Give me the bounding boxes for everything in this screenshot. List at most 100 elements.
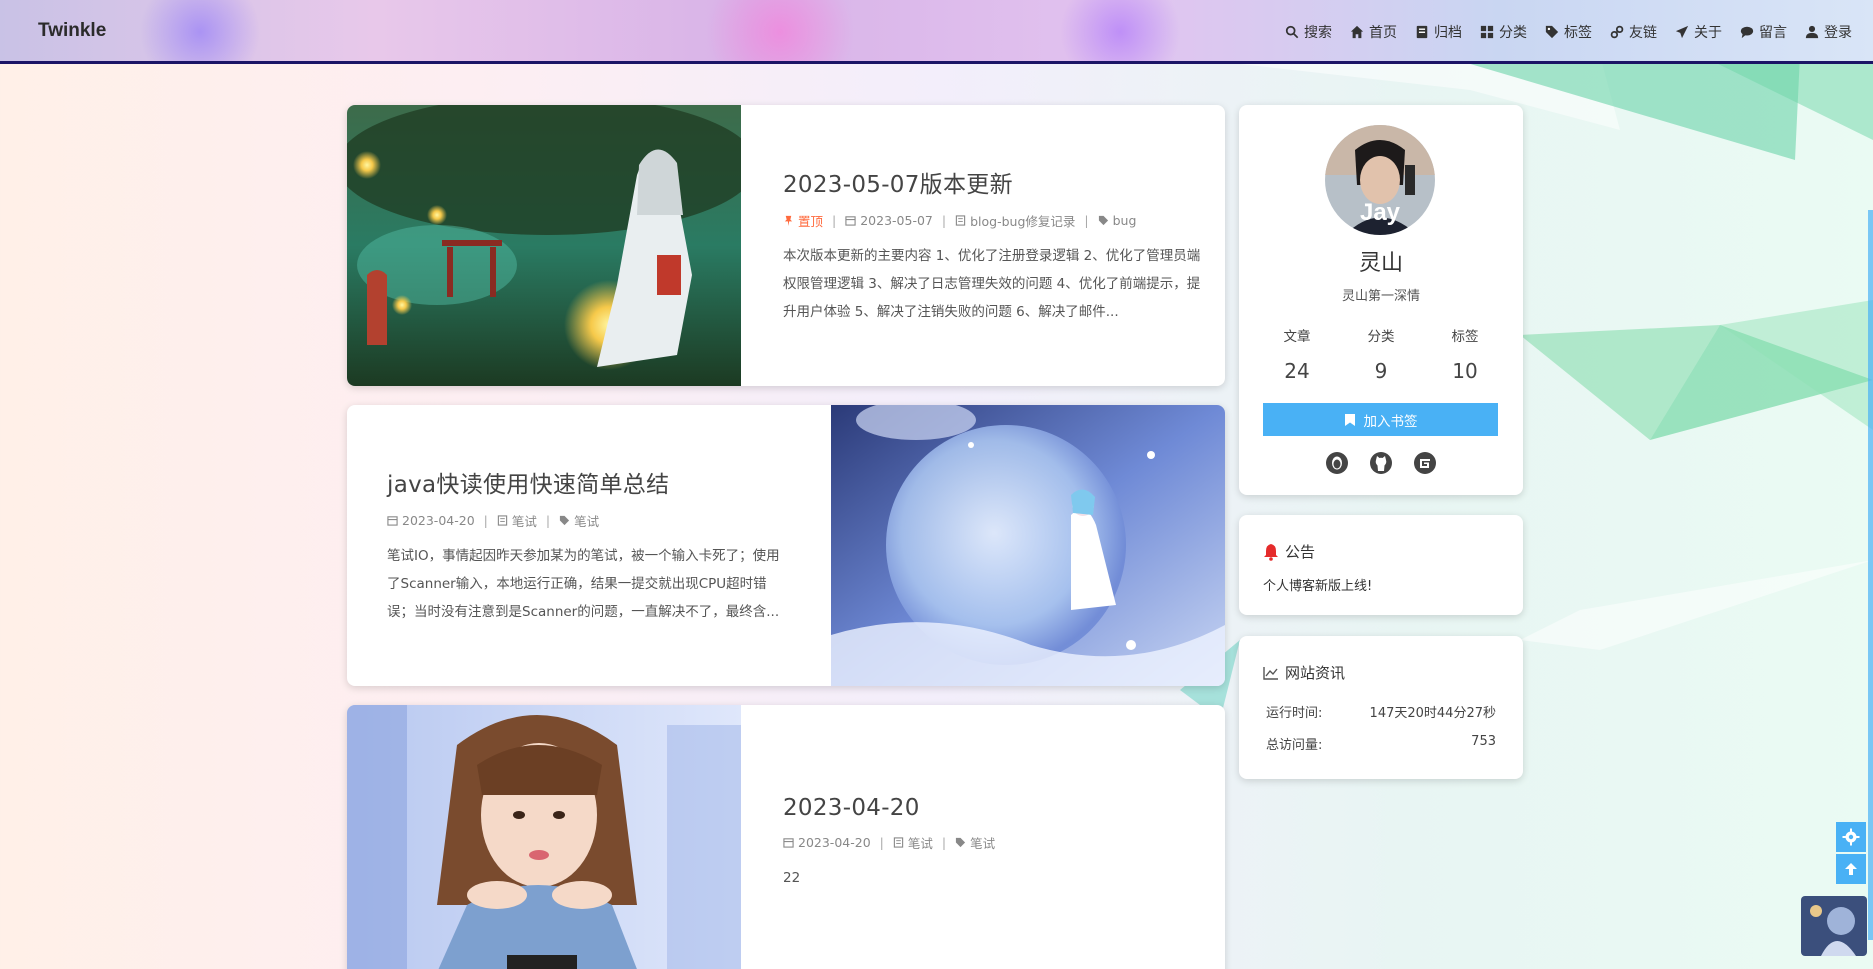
profile-name: 灵山 <box>1358 251 1403 276</box>
info-row-visits: 总访问量: 753 <box>1266 734 1496 753</box>
category-archive-icon <box>893 837 904 848</box>
profile-stats: 文章 24 分类 9 标签 10 <box>1255 325 1507 383</box>
nav-item-label: 分类 <box>1499 25 1527 41</box>
gitee-icon[interactable] <box>1412 450 1438 476</box>
back-to-top-button[interactable] <box>1836 854 1866 884</box>
tag-icon <box>1545 25 1559 39</box>
post-card[interactable]: 2023-04-20 2023-04-20 | 笔试 | 笔试 22 <box>347 705 1225 969</box>
post-cover-image[interactable] <box>347 705 741 969</box>
top-navbar: Twinkle 搜索 首页 归档 分类 标签 友链 关于 留言 登录 <box>0 0 1873 64</box>
category-archive-icon <box>955 215 966 226</box>
info-value: 147天20时44分27秒 <box>1369 706 1496 721</box>
post-category[interactable]: 笔试 <box>512 511 537 530</box>
github-icon[interactable] <box>1368 450 1394 476</box>
post-tag[interactable]: 笔试 <box>574 511 599 530</box>
site-brand[interactable]: Twinkle <box>38 20 106 42</box>
settings-button[interactable] <box>1836 822 1866 852</box>
live2d-widget[interactable] <box>1801 896 1867 956</box>
nav-item-guestbook[interactable]: 留言 <box>1731 22 1796 42</box>
nav-item-label: 标签 <box>1564 25 1592 41</box>
nav-item-label: 归档 <box>1434 25 1462 41</box>
nav-item-label: 留言 <box>1759 25 1787 41</box>
post-cover-image[interactable] <box>347 105 757 386</box>
nav-item-label: 搜索 <box>1304 25 1332 41</box>
notice-card: 公告 个人博客新版上线! <box>1239 515 1523 615</box>
home-icon <box>1350 25 1364 39</box>
nav-item-archive[interactable]: 归档 <box>1406 22 1471 42</box>
post-card[interactable]: 2023-05-07版本更新 置顶 | 2023-05-07 | blog-bu… <box>347 105 1225 386</box>
stat-categories[interactable]: 分类 9 <box>1368 325 1395 383</box>
nav-item-label: 友链 <box>1629 25 1657 41</box>
pinned-label: 置顶 <box>798 214 824 229</box>
post-category[interactable]: 笔试 <box>908 833 933 852</box>
site-info-card: 网站资讯 运行时间: 147天20时44分27秒 总访问量: 753 <box>1239 636 1523 779</box>
tag-icon <box>956 837 966 848</box>
qq-icon[interactable] <box>1324 450 1350 476</box>
post-title[interactable]: java快读使用快速简单总结 <box>387 465 787 499</box>
post-excerpt: 22 <box>783 870 801 886</box>
post-excerpt: 本次版本更新的主要内容 1、优化了注册登录逻辑 2、优化了管理员端权限管理逻辑 … <box>783 248 1201 320</box>
gear-icon <box>1842 828 1860 846</box>
info-value: 753 <box>1471 734 1496 749</box>
avatar[interactable]: Jay <box>1325 125 1435 235</box>
post-date: 2023-05-07 <box>860 213 933 228</box>
post-card[interactable]: java快读使用快速简单总结 2023-04-20 | 笔试 | 笔试 笔试IO… <box>347 405 1225 686</box>
calendar-icon <box>387 516 398 526</box>
stat-value: 9 <box>1374 359 1388 383</box>
post-tag[interactable]: bug <box>1113 213 1137 228</box>
bookmark-label: 加入书签 <box>1363 413 1418 430</box>
stat-label: 分类 <box>1367 329 1395 345</box>
nav-item-label: 关于 <box>1694 25 1722 41</box>
social-links <box>1239 450 1523 476</box>
paper-plane-icon <box>1675 25 1689 39</box>
post-body: 2023-04-20 2023-04-20 | 笔试 | 笔试 22 <box>783 705 1203 969</box>
nav-item-links[interactable]: 友链 <box>1601 22 1666 42</box>
category-archive-icon <box>497 515 508 526</box>
nav-item-login[interactable]: 登录 <box>1796 22 1861 42</box>
calendar-icon <box>845 216 856 226</box>
stat-label: 标签 <box>1451 329 1479 345</box>
post-excerpt: 笔试IO，事情起因昨天参加某为的笔试，被一个输入卡死了；使用了Scanner输入… <box>387 548 780 620</box>
post-meta: 置顶 | 2023-05-07 | blog-bug修复记录 | bug <box>783 211 1203 230</box>
avatar-text: Jay <box>1360 199 1401 226</box>
pin-icon <box>784 215 793 226</box>
link-icon <box>1610 25 1624 39</box>
tag-icon <box>1098 215 1108 226</box>
scrollbar-thumb[interactable] <box>1868 210 1873 940</box>
post-body: 2023-05-07版本更新 置顶 | 2023-05-07 | blog-bu… <box>783 105 1203 386</box>
search-icon <box>1285 25 1299 39</box>
notice-header: 公告 <box>1263 541 1315 562</box>
post-title[interactable]: 2023-05-07版本更新 <box>783 165 1203 199</box>
bookmark-button[interactable]: 加入书签 <box>1263 403 1498 436</box>
bell-icon <box>1264 543 1278 561</box>
tag-icon <box>560 515 570 526</box>
calendar-icon <box>783 838 794 848</box>
post-title[interactable]: 2023-04-20 <box>783 795 1203 821</box>
arrow-up-icon <box>1845 863 1857 875</box>
site-info-header: 网站资讯 <box>1263 662 1345 683</box>
nav-item-search[interactable]: 搜索 <box>1276 22 1341 42</box>
post-tag[interactable]: 笔试 <box>970 833 995 852</box>
nav-menu: 搜索 首页 归档 分类 标签 友链 关于 留言 登录 <box>1276 0 1861 61</box>
post-meta: 2023-04-20 | 笔试 | 笔试 <box>387 511 787 530</box>
nav-item-category[interactable]: 分类 <box>1471 22 1536 42</box>
info-row-uptime: 运行时间: 147天20时44分27秒 <box>1266 702 1496 721</box>
stat-tags[interactable]: 标签 10 <box>1452 325 1479 383</box>
post-category[interactable]: blog-bug修复记录 <box>970 211 1075 230</box>
line-chart-icon <box>1263 666 1278 680</box>
notice-text: 个人博客新版上线! <box>1263 579 1373 594</box>
comment-icon <box>1740 26 1754 39</box>
post-date: 2023-04-20 <box>402 513 475 528</box>
post-body: java快读使用快速简单总结 2023-04-20 | 笔试 | 笔试 笔试IO… <box>387 405 787 686</box>
nav-item-tags[interactable]: 标签 <box>1536 22 1601 42</box>
profile-motto: 灵山第一深情 <box>1341 289 1420 304</box>
nav-item-home[interactable]: 首页 <box>1341 22 1406 42</box>
stat-label: 文章 <box>1283 329 1311 345</box>
site-info-title: 网站资讯 <box>1285 664 1346 682</box>
nav-item-about[interactable]: 关于 <box>1666 22 1731 42</box>
category-icon <box>1480 25 1494 39</box>
post-cover-image[interactable] <box>831 405 1225 686</box>
stat-articles[interactable]: 文章 24 <box>1284 325 1311 383</box>
bookmark-icon <box>1344 413 1355 426</box>
info-label: 总访问量: <box>1266 738 1323 753</box>
